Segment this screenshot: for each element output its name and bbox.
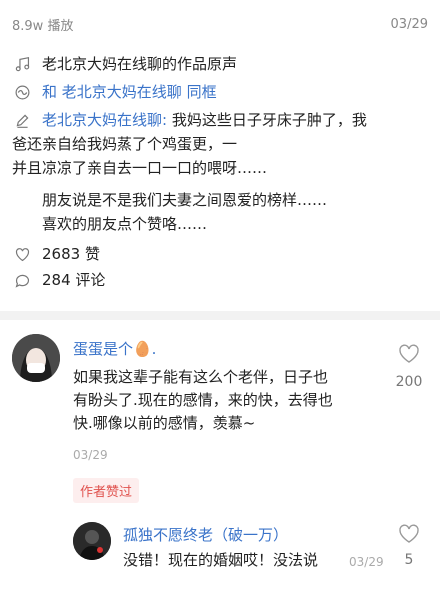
reply-time: 03/29: [349, 555, 384, 569]
caption-author-link[interactable]: 老北京大妈在线聊:: [42, 111, 167, 129]
comment-time: 03/29: [73, 448, 108, 462]
play-count: 8.9w 播放: [12, 18, 74, 34]
comment-like-count: 200: [395, 374, 423, 390]
reply-author-link[interactable]: 孤独不愿终老（破一万）: [123, 524, 288, 545]
reply-like-count: 5: [404, 552, 414, 568]
reply-avatar[interactable]: [73, 522, 111, 560]
stats-row: 8.9w 播放 03/29: [12, 14, 428, 34]
reply-like-button[interactable]: 5: [389, 524, 429, 568]
comment-author-link[interactable]: 蛋蛋是个🥚.: [73, 338, 156, 359]
heart-icon: [12, 244, 32, 264]
post-date: 03/29: [390, 16, 428, 32]
duet-user-link[interactable]: 老北京大妈在线聊: [62, 83, 182, 101]
comment-icon: [12, 270, 32, 290]
section-divider: [0, 311, 440, 320]
duet-icon: [12, 82, 32, 102]
comment-text: 如果我这辈子能有这么个老伴，日子也 有盼头了.现在的感情，来的快，去得也 快.哪…: [73, 368, 333, 432]
caption-line-5: 喜欢的朋友点个赞咯……: [42, 215, 208, 233]
comment-avatar[interactable]: [12, 334, 60, 382]
caption-line-3: 并且凉凉了亲自去一口一口的喂呀……: [12, 159, 268, 177]
caption-line-2: 爸还亲自给我妈蒸了个鸡蛋更，一: [12, 135, 238, 153]
likes-row[interactable]: 2683 赞: [12, 242, 428, 266]
reply-text: 没错！现在的婚姻哎！没法说: [123, 551, 319, 569]
music-note-icon: [12, 54, 32, 74]
author-liked-badge: 作者赞过: [73, 478, 140, 503]
heart-icon: [399, 344, 419, 363]
comment-like-button[interactable]: 200: [389, 344, 429, 390]
caption-line-1: 我妈这些日子牙床子肿了，我: [171, 111, 367, 129]
comments-count: 284 评论: [42, 271, 106, 289]
comments-row[interactable]: 284 评论: [12, 268, 428, 292]
original-sound-link[interactable]: 老北京大妈在线聊的作品原声: [42, 52, 237, 76]
caption-block: 老北京大妈在线聊: 我妈这些日子牙床子肿了，我 爸还亲自给我妈蒸了个鸡蛋更，一 …: [12, 108, 428, 180]
heart-icon: [399, 524, 419, 543]
original-sound-row[interactable]: 老北京大妈在线聊的作品原声: [12, 52, 428, 76]
caption-line-4: 朋友说是不是我们夫妻之间恩爱的榜样……: [42, 191, 328, 209]
duet-row[interactable]: 和 老北京大妈在线聊 同框: [12, 80, 428, 104]
likes-count: 2683 赞: [42, 245, 100, 263]
duet-prefix: 和: [42, 83, 58, 101]
duet-suffix: 同框: [186, 83, 217, 101]
pencil-icon: [12, 110, 32, 130]
